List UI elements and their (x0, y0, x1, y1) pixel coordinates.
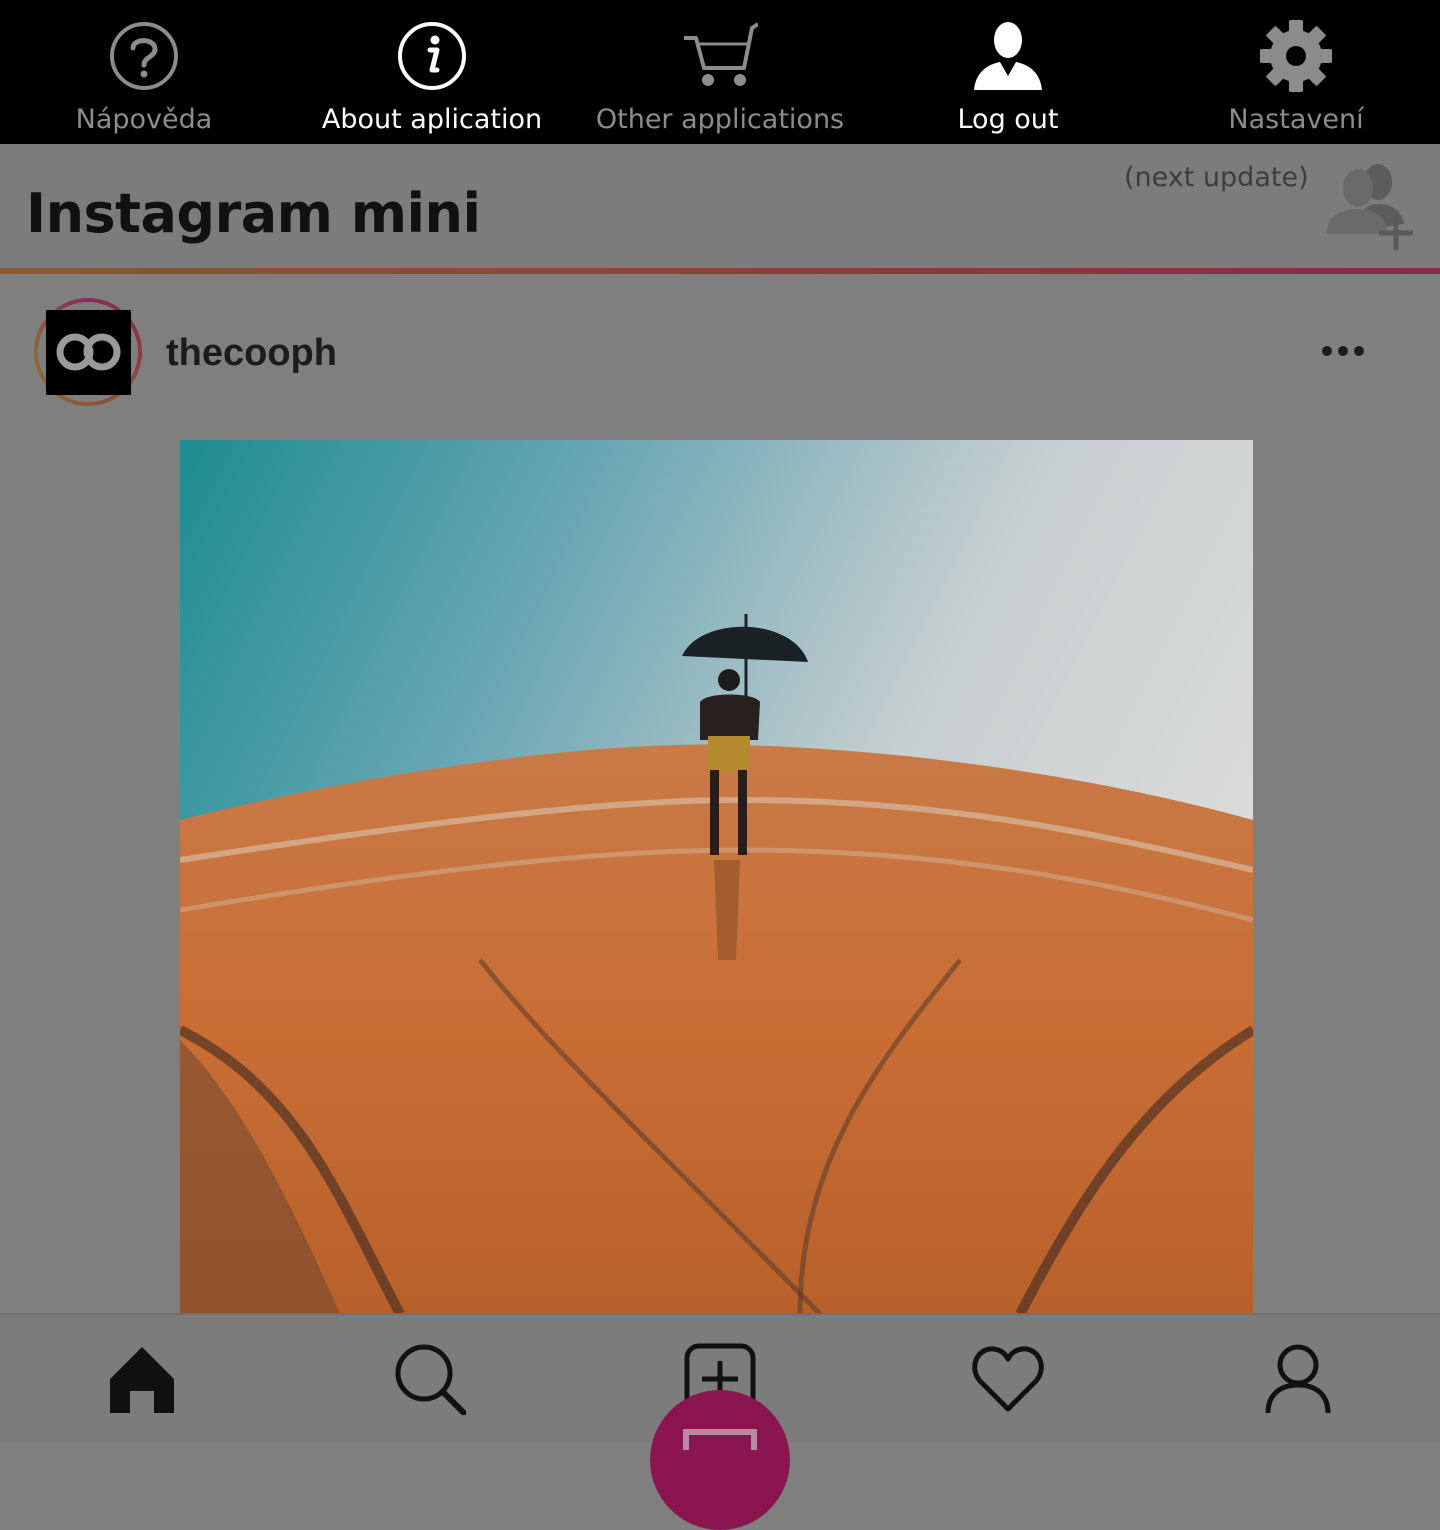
menu-label-settings: Nastavení (1228, 104, 1364, 135)
next-update-note: (next update) (1124, 162, 1309, 193)
compose-icon (683, 1429, 757, 1465)
menu-item-settings[interactable]: Nastavení (1152, 0, 1440, 144)
info-icon (398, 22, 466, 90)
top-action-menu: Nápověda About aplication Other applicat… (0, 0, 1440, 144)
title-bar: Instagram mini (next update) (0, 144, 1440, 271)
menu-label-other-apps: Other applications (595, 104, 845, 135)
menu-item-help[interactable]: Nápověda (0, 0, 288, 144)
help-icon (110, 22, 178, 90)
post-header: thecooph (0, 274, 1440, 424)
menu-label-logout: Log out (957, 104, 1059, 135)
user-icon (974, 22, 1042, 90)
menu-label-about: About aplication (321, 104, 543, 135)
cart-icon (684, 22, 758, 86)
menu-label-help: Nápověda (75, 104, 213, 135)
heart-icon[interactable] (972, 1343, 1044, 1415)
post-username[interactable]: thecooph (166, 332, 337, 375)
menu-item-other-apps[interactable]: Other applications (576, 0, 864, 144)
gear-icon (1260, 20, 1332, 92)
avatar[interactable] (46, 310, 131, 395)
search-icon[interactable] (394, 1343, 466, 1415)
menu-item-about[interactable]: About aplication (288, 0, 576, 144)
post-image (180, 440, 1253, 1314)
page-title: Instagram mini (26, 182, 481, 245)
post-photo[interactable] (180, 440, 1253, 1314)
home-icon[interactable] (106, 1343, 178, 1415)
menu-item-logout[interactable]: Log out (864, 0, 1152, 144)
add-users-icon[interactable] (1322, 162, 1418, 252)
avatar-logo-icon (56, 333, 121, 371)
floating-action-button[interactable] (650, 1390, 790, 1530)
profile-icon[interactable] (1262, 1343, 1334, 1415)
more-icon[interactable] (1320, 344, 1366, 358)
